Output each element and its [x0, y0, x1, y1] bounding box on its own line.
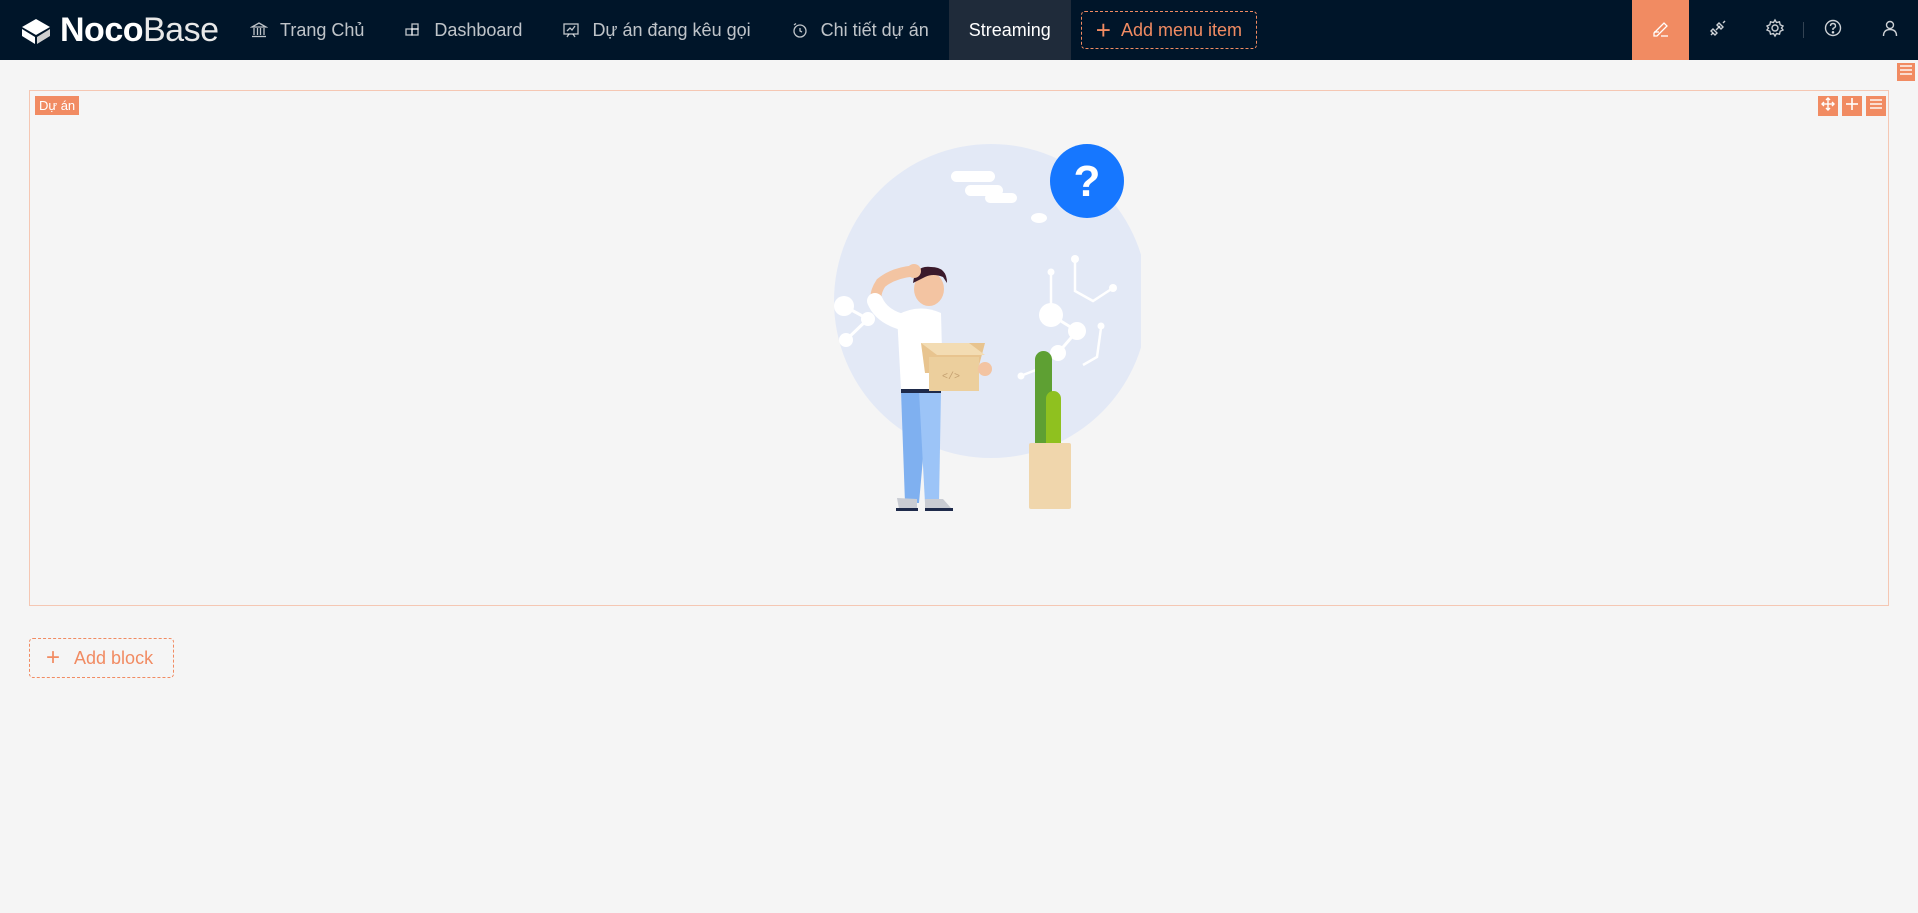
- header-tools: [1632, 0, 1918, 60]
- project-block: Dự án ? </>: [29, 90, 1889, 606]
- ui-editor-button[interactable]: [1632, 0, 1689, 60]
- add-menu-item-button[interactable]: + Add menu item: [1080, 11, 1258, 49]
- drag-icon: [1821, 96, 1835, 116]
- user-menu-button[interactable]: [1861, 0, 1918, 60]
- menu-item-dashboard[interactable]: Dashboard: [384, 0, 542, 60]
- add-menu-item-label: Add menu item: [1120, 19, 1243, 40]
- presentation-chart-icon: [562, 21, 580, 39]
- drag-block-button[interactable]: [1818, 96, 1838, 116]
- add-to-block-button[interactable]: [1842, 96, 1862, 116]
- add-block-button[interactable]: + Add block: [29, 638, 174, 678]
- plugin-manager-button[interactable]: [1689, 0, 1746, 60]
- menu-item-du-an-dang-keu-goi[interactable]: Dự án đang kêu gọi: [542, 0, 770, 60]
- menu-item-chi-tiet-du-an[interactable]: Chi tiết dự án: [771, 0, 949, 60]
- settings-icon: [1765, 18, 1785, 43]
- help-icon: [1823, 18, 1843, 43]
- block-title: Dự án: [35, 96, 80, 115]
- block-toolbar: [1818, 96, 1886, 116]
- logo-text-light: Base: [143, 11, 219, 49]
- svg-text:</>: </>: [942, 371, 960, 383]
- logo[interactable]: NocoBase: [0, 0, 230, 60]
- main-menu: Trang Chủ Dashboard Dự án đang kêu gọi C…: [230, 0, 1258, 60]
- menu-item-label: Dashboard: [434, 19, 523, 40]
- menu-icon: [1899, 63, 1913, 82]
- svg-text:?: ?: [1074, 157, 1101, 206]
- plugin-icon: [1708, 18, 1728, 43]
- plus-icon: +: [1095, 15, 1111, 45]
- nocobase-logo-icon: [22, 19, 50, 44]
- menu-item-label: Streaming: [968, 19, 1051, 40]
- menu-item-label: Dự án đang kêu gọi: [592, 19, 751, 40]
- clock-icon: [791, 21, 809, 39]
- user-icon: [1880, 18, 1900, 43]
- ui-editor-icon: [1651, 18, 1671, 43]
- menu-item-trang-chu[interactable]: Trang Chủ: [230, 0, 384, 60]
- logo-text: NocoBase: [60, 0, 219, 60]
- plus-icon: +: [46, 644, 61, 671]
- logo-text-bold: Noco: [60, 11, 144, 49]
- menu-item-label: Chi tiết dự án: [820, 19, 929, 40]
- add-icon: [1845, 97, 1859, 116]
- menu-icon: [1869, 97, 1883, 116]
- menu-item-streaming[interactable]: Streaming: [948, 0, 1071, 60]
- help-button[interactable]: [1804, 0, 1861, 60]
- page-settings-button[interactable]: [1897, 63, 1915, 81]
- empty-state-illustration: ? </>: [834, 144, 1141, 511]
- top-navbar: NocoBase Trang Chủ Dashboard Dự án đang …: [0, 0, 1918, 60]
- block-settings-button[interactable]: [1866, 96, 1886, 116]
- blocks-icon: [404, 21, 422, 39]
- settings-button[interactable]: [1746, 0, 1803, 60]
- bank-icon: [250, 21, 268, 39]
- menu-item-label: Trang Chủ: [280, 19, 365, 40]
- add-block-label: Add block: [74, 647, 154, 668]
